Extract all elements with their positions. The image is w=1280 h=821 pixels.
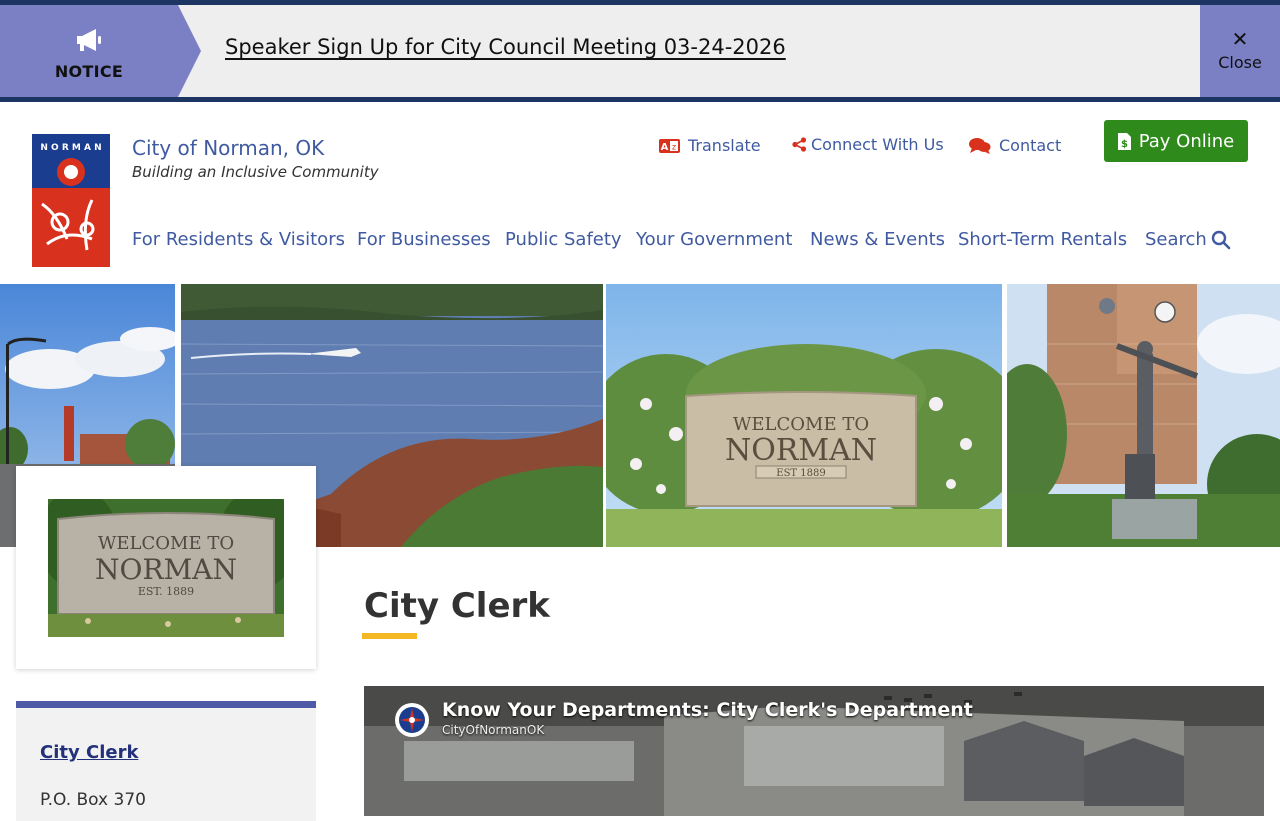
nav-residents-visitors[interactable]: For Residents & Visitors [132,229,345,250]
svg-text:A: A [661,142,669,153]
share-icon [792,137,807,152]
nav-your-government[interactable]: Your Government [636,229,792,250]
contact-link[interactable]: Contact [969,136,1061,155]
search-icon [1211,230,1231,249]
svg-text:N O R M A N: N O R M A N [40,143,101,153]
notice-link[interactable]: Speaker Sign Up for City Council Meeting… [225,35,786,59]
contact-address-line: P.O. Box 370 [40,790,146,810]
notice-arrow [178,5,201,97]
invoice-dollar-icon: $ [1117,132,1131,150]
connect-label: Connect With Us [811,135,944,154]
close-icon: ✕ [1231,27,1249,51]
connect-link[interactable]: Connect With Us [792,135,944,154]
svg-text:WELCOME TO: WELCOME TO [98,533,234,554]
pay-online-button[interactable]: $ Pay Online [1104,120,1248,162]
photo-welcome-sign: WELCOME TO NORMAN EST 1889 [606,284,1002,547]
notice-label: NOTICE [54,62,124,81]
page-title: City Clerk [364,586,550,626]
city-logo[interactable]: N O R M A N [32,134,110,267]
notice-close-label: Close [1218,53,1262,72]
translate-link[interactable]: A z Translate [659,136,761,155]
nav-short-term-rentals[interactable]: Short-Term Rentals [958,229,1127,250]
translate-label: Translate [688,136,761,155]
svg-text:z: z [672,142,676,151]
notice-close-button[interactable]: ✕ Close [1200,5,1280,97]
contact-info-box: City Clerk P.O. Box 370 [16,701,316,821]
svg-text:$: $ [1121,139,1128,150]
contact-title-link[interactable]: City Clerk [40,742,138,763]
nav-businesses[interactable]: For Businesses [357,229,491,250]
contact-label: Contact [999,136,1062,155]
search-label: Search [1145,229,1207,250]
svg-text:NORMAN: NORMAN [95,553,237,586]
chat-icon [969,138,991,154]
notice-badge: NOTICE [0,5,178,97]
megaphone-icon [77,29,101,51]
sidebar-image-card: WELCOME TO NORMAN EST. 1889 [16,466,316,669]
video-title[interactable]: Know Your Departments: City Clerk's Depa… [442,699,973,721]
svg-text:EST 1889: EST 1889 [776,468,825,479]
site-tagline: Building an Inclusive Community [132,163,379,181]
pay-online-label: Pay Online [1138,130,1235,152]
svg-text:WELCOME TO: WELCOME TO [733,414,869,435]
translate-icon: A z [659,138,680,153]
welcome-sign-photo: WELCOME TO NORMAN EST. 1889 [48,499,284,637]
nav-news-events[interactable]: News & Events [810,229,945,250]
photo-statue [1007,284,1280,547]
title-underline [362,633,417,639]
video-channel[interactable]: CityOfNormanOK [442,723,544,737]
nav-public-safety[interactable]: Public Safety [505,229,622,250]
svg-text:EST. 1889: EST. 1889 [138,585,194,598]
channel-avatar-icon [395,703,429,737]
search-button[interactable]: Search [1145,229,1231,250]
video-embed[interactable]: Know Your Departments: City Clerk's Depa… [364,686,1264,816]
site-name[interactable]: City of Norman, OK [132,136,324,160]
notice-bar: NOTICE Speaker Sign Up for City Council … [0,0,1280,102]
svg-text:NORMAN: NORMAN [725,433,877,468]
